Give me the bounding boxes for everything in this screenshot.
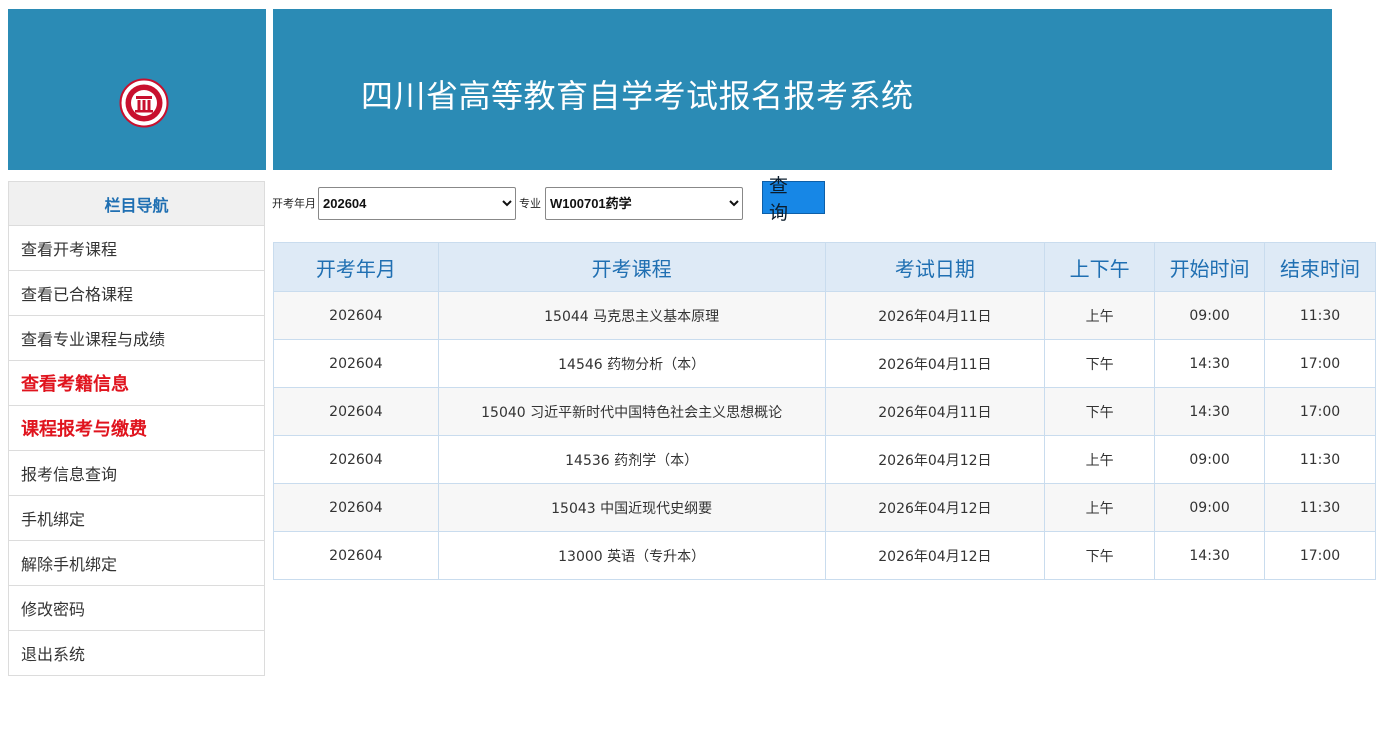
cell-start-time: 09:00 <box>1154 291 1266 340</box>
university-seal-icon <box>119 78 169 128</box>
cell-session: 上午 <box>1044 435 1156 484</box>
sidebar-item-unbind-phone[interactable]: 解除手机绑定 <box>8 541 265 586</box>
cell-session: 下午 <box>1044 387 1156 436</box>
cell-end-time: 17:00 <box>1264 339 1376 388</box>
cell-start-time: 14:30 <box>1154 387 1266 436</box>
cell-exam-month: 202604 <box>273 291 439 340</box>
cell-exam-month: 202604 <box>273 435 439 484</box>
page-title: 四川省高等教育自学考试报名报考系统 <box>361 77 914 115</box>
cell-start-time: 14:30 <box>1154 531 1266 580</box>
cell-course: 15040 习近平新时代中国特色社会主义思想概论 <box>437 387 826 436</box>
cell-end-time: 11:30 <box>1264 435 1376 484</box>
cell-course: 15044 马克思主义基本原理 <box>437 291 826 340</box>
table-header-row: 开考年月 开考课程 考试日期 上下午 开始时间 结束时间 <box>273 242 1376 292</box>
query-button[interactable]: 查 询 <box>762 175 825 224</box>
cell-exam-month: 202604 <box>273 339 439 388</box>
cell-exam-date: 2026年04月11日 <box>824 339 1046 388</box>
exam-month-label: 开考年月 <box>272 197 316 210</box>
cell-session: 上午 <box>1044 483 1156 532</box>
column-header-exam-date: 考试日期 <box>824 242 1046 292</box>
filter-bar: 开考年月 202604 专业 W100701药学 <box>272 181 743 225</box>
cell-exam-date: 2026年04月11日 <box>824 291 1046 340</box>
table-row: 202604 13000 英语（专升本） 2026年04月12日 下午 14:3… <box>273 531 1376 580</box>
exam-schedule-table: 开考年月 开考课程 考试日期 上下午 开始时间 结束时间 202604 1504… <box>273 242 1376 580</box>
exam-month-select[interactable]: 202604 <box>318 186 516 220</box>
table-row: 202604 15040 习近平新时代中国特色社会主义思想概论 2026年04月… <box>273 387 1376 436</box>
sidebar-item-bind-phone[interactable]: 手机绑定 <box>8 496 265 541</box>
sidebar-item-student-record[interactable]: 查看考籍信息 <box>8 361 265 406</box>
cell-exam-month: 202604 <box>273 387 439 436</box>
cell-session: 上午 <box>1044 291 1156 340</box>
cell-course: 13000 英语（专升本） <box>437 531 826 580</box>
cell-end-time: 17:00 <box>1264 387 1376 436</box>
cell-exam-date: 2026年04月12日 <box>824 531 1046 580</box>
cell-start-time: 14:30 <box>1154 339 1266 388</box>
cell-exam-date: 2026年04月12日 <box>824 483 1046 532</box>
header-banner: 四川省高等教育自学考试报名报考系统 <box>273 9 1332 170</box>
cell-course: 14536 药剂学（本） <box>437 435 826 484</box>
sidebar-item-passed-courses[interactable]: 查看已合格课程 <box>8 271 265 316</box>
logo-panel <box>8 9 266 170</box>
page: 四川省高等教育自学考试报名报考系统 栏目导航 查看开考课程 查看已合格课程 查看… <box>0 0 1384 730</box>
sidebar-item-open-courses[interactable]: 查看开考课程 <box>8 226 265 271</box>
column-header-course: 开考课程 <box>437 242 826 292</box>
cell-end-time: 11:30 <box>1264 291 1376 340</box>
cell-start-time: 09:00 <box>1154 483 1266 532</box>
column-header-start-time: 开始时间 <box>1154 242 1266 292</box>
cell-end-time: 11:30 <box>1264 483 1376 532</box>
cell-exam-month: 202604 <box>273 531 439 580</box>
cell-course: 14546 药物分析（本） <box>437 339 826 388</box>
sidebar-item-major-courses-scores[interactable]: 查看专业课程与成绩 <box>8 316 265 361</box>
cell-session: 下午 <box>1044 339 1156 388</box>
cell-exam-date: 2026年04月11日 <box>824 387 1046 436</box>
sidebar-nav: 栏目导航 查看开考课程 查看已合格课程 查看专业课程与成绩 查看考籍信息 课程报… <box>8 181 265 676</box>
sidebar-item-registration-query[interactable]: 报考信息查询 <box>8 451 265 496</box>
cell-start-time: 09:00 <box>1154 435 1266 484</box>
cell-exam-date: 2026年04月12日 <box>824 435 1046 484</box>
column-header-session: 上下午 <box>1044 242 1156 292</box>
table-row: 202604 14546 药物分析（本） 2026年04月11日 下午 14:3… <box>273 339 1376 388</box>
cell-course: 15043 中国近现代史纲要 <box>437 483 826 532</box>
table-row: 202604 15044 马克思主义基本原理 2026年04月11日 上午 09… <box>273 291 1376 340</box>
sidebar-item-logout[interactable]: 退出系统 <box>8 631 265 676</box>
column-header-end-time: 结束时间 <box>1264 242 1376 292</box>
column-header-exam-month: 开考年月 <box>273 242 439 292</box>
major-select[interactable]: W100701药学 <box>545 186 743 220</box>
table-row: 202604 15043 中国近现代史纲要 2026年04月12日 上午 09:… <box>273 483 1376 532</box>
major-label: 专业 <box>519 197 541 210</box>
cell-session: 下午 <box>1044 531 1156 580</box>
table-row: 202604 14536 药剂学（本） 2026年04月12日 上午 09:00… <box>273 435 1376 484</box>
sidebar-title: 栏目导航 <box>8 181 265 226</box>
cell-end-time: 17:00 <box>1264 531 1376 580</box>
sidebar-item-change-password[interactable]: 修改密码 <box>8 586 265 631</box>
sidebar-item-registration-payment[interactable]: 课程报考与缴费 <box>8 406 265 451</box>
cell-exam-month: 202604 <box>273 483 439 532</box>
